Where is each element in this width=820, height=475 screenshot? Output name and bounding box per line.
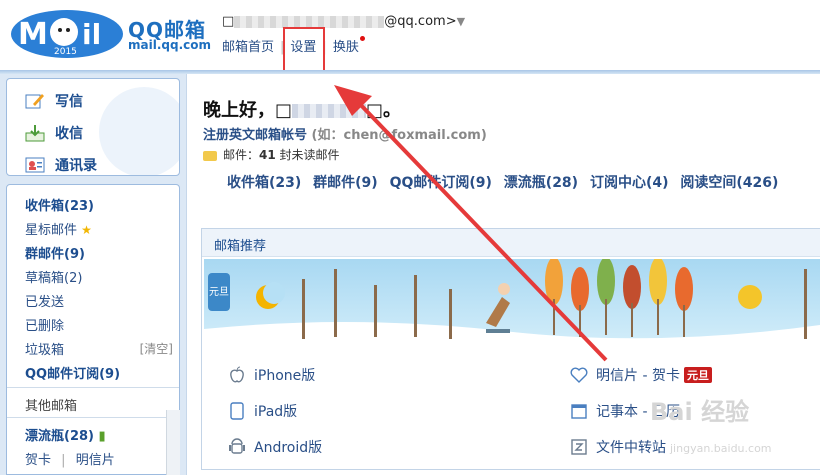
main-actions-panel: 写信 收信 通讯录 xyxy=(6,78,180,176)
android-label: Android版 xyxy=(254,440,323,456)
register-english-account[interactable]: 注册英文邮箱帐号 (如：chen@foxmail.com) xyxy=(203,124,487,143)
new-year-banner[interactable]: 元旦 xyxy=(204,259,820,347)
register-label: 注册英文邮箱帐号 xyxy=(203,128,308,143)
baidu-jingyan-watermark: Bai 经验 xyxy=(650,398,750,426)
greeting: 晚上好，□ □。 xyxy=(203,96,401,122)
nav-home[interactable]: 邮箱首页 xyxy=(222,40,274,55)
folder-sent[interactable]: 已发送 xyxy=(25,291,64,310)
shortcut-drift-bottle[interactable]: 漂流瓶(28) xyxy=(504,175,578,191)
shortcut-subscription-center[interactable]: 订阅中心(4) xyxy=(590,175,669,191)
folder-cards[interactable]: 贺卡 xyxy=(25,453,51,468)
folder-spam[interactable]: 垃圾箱 xyxy=(25,339,64,358)
bottle-icon: ▮ xyxy=(98,429,106,444)
account-email-suffix: @qq.com> xyxy=(384,14,457,29)
folder-drafts[interactable]: 草稿箱(2) xyxy=(25,267,82,286)
triangle-down-icon[interactable]: ▼ xyxy=(457,15,465,28)
recommend-title: 邮箱推荐 xyxy=(202,229,820,257)
compose-button[interactable]: 写信 xyxy=(25,89,83,113)
greeting-blurred-name xyxy=(292,104,367,118)
postcard-link[interactable]: 明信片 - 贺卡 元旦 xyxy=(570,365,712,385)
folder-other-mailboxes[interactable]: 其他邮箱 xyxy=(25,395,77,414)
account-switcher[interactable]: □ @qq.com>▼ xyxy=(222,14,465,29)
settings-highlight-box xyxy=(283,27,325,74)
apple-icon xyxy=(230,366,244,383)
unread-count: 41 xyxy=(259,148,276,162)
cards-separator: | xyxy=(61,453,66,468)
svg-text:M: M xyxy=(18,17,48,52)
folder-list: 收件箱(23) 星标邮件 ★ 群邮件(9) 草稿箱(2) 已发送 已删除 垃圾箱… xyxy=(6,184,180,475)
postcard-label: 明信片 - 贺卡 xyxy=(596,368,680,384)
penguin-watermark-icon xyxy=(99,87,179,175)
folder-postcards[interactable]: 明信片 xyxy=(76,453,115,468)
folder-group[interactable]: 群邮件(9) xyxy=(25,243,85,262)
brand-domain: mail.qq.com xyxy=(128,38,211,52)
nav-skin[interactable]: 换肤 xyxy=(333,40,359,55)
folder-starred[interactable]: 星标邮件 ★ xyxy=(25,219,92,238)
folder-drift-bottle-label: 漂流瓶(28) xyxy=(25,429,94,444)
winter-scene-illustration: 元旦 xyxy=(204,259,820,347)
contacts-card-icon xyxy=(25,157,45,173)
header: M il 2015 QQ邮箱 mail.qq.com □ @qq.com>▼ 邮箱… xyxy=(0,0,820,74)
contacts-label: 通讯录 xyxy=(55,158,97,174)
envelope-icon xyxy=(203,150,217,161)
account-blurred-name xyxy=(234,15,385,28)
file-transfer-link[interactable]: 文件中转站 xyxy=(570,437,666,457)
folder-drift-bottle[interactable]: 漂流瓶(28) ▮ xyxy=(25,425,106,444)
folder-starred-label: 星标邮件 xyxy=(25,223,78,238)
unread-suffix: 封未读邮件 xyxy=(275,148,340,162)
shortcut-reading-space[interactable]: 阅读空间(426) xyxy=(680,175,778,191)
greeting-end: □。 xyxy=(366,100,402,121)
svg-text:il: il xyxy=(82,18,101,51)
iphone-label: iPhone版 xyxy=(254,368,316,384)
tablet-icon xyxy=(230,402,244,420)
file-transfer-label: 文件中转站 xyxy=(596,440,666,456)
compose-label: 写信 xyxy=(55,94,83,110)
unread-label: 邮件： xyxy=(223,148,260,162)
shortcut-inbox[interactable]: 收件箱(23) xyxy=(227,175,301,191)
android-icon xyxy=(229,438,245,454)
app-android-link[interactable]: Android版 xyxy=(228,437,322,457)
star-icon: ★ xyxy=(81,223,92,237)
shortcut-subscriptions[interactable]: QQ邮件订阅(9) xyxy=(390,175,492,191)
unread-summary: 邮件：41 封未读邮件 xyxy=(203,146,340,163)
folder-divider xyxy=(7,417,179,418)
new-year-badge: 元旦 xyxy=(683,367,712,383)
sidebar: 写信 收信 通讯录 收件箱(23) 星标邮件 ★ 群邮件(9) 草稿箱(2) 已… xyxy=(0,74,186,475)
folder-divider xyxy=(7,387,179,388)
calendar-icon xyxy=(571,404,587,419)
baidu-jingyan-url: jingyan.baidu.com xyxy=(670,442,772,455)
file-transfer-icon xyxy=(571,439,587,455)
svg-text:元旦: 元旦 xyxy=(209,286,229,298)
folder-cards-row: 贺卡 | 明信片 xyxy=(25,449,115,468)
folder-subscriptions[interactable]: QQ邮件订阅(9) xyxy=(25,363,120,382)
greeting-start: 晚上好，□ xyxy=(203,100,293,121)
heart-icon xyxy=(570,367,588,383)
receive-button[interactable]: 收信 xyxy=(25,121,83,145)
account-prefix: □ xyxy=(222,14,235,29)
svg-text:2015: 2015 xyxy=(54,47,77,57)
receive-label: 收信 xyxy=(55,126,83,142)
recommend-panel: 邮箱推荐 元旦 iPhone版 iPad版 Android版 明信片 - 贺卡 … xyxy=(201,228,820,470)
new-dot-icon xyxy=(359,36,365,41)
ipad-label: iPad版 xyxy=(254,404,298,420)
spam-clear-link[interactable]: [清空] xyxy=(140,340,173,357)
shortcut-group[interactable]: 群邮件(9) xyxy=(313,175,378,191)
app-ipad-link[interactable]: iPad版 xyxy=(228,401,297,421)
qq-mail-logo[interactable]: M il 2015 xyxy=(8,8,126,60)
contacts-button[interactable]: 通讯录 xyxy=(25,153,97,175)
inbox-download-icon xyxy=(25,125,45,142)
folder-deleted[interactable]: 已删除 xyxy=(25,315,64,334)
folder-inbox[interactable]: 收件箱(23) xyxy=(25,195,94,214)
sidebar-scrollbar[interactable] xyxy=(166,410,180,475)
register-hint: (如：chen@foxmail.com) xyxy=(311,128,487,143)
app-iphone-link[interactable]: iPhone版 xyxy=(228,365,315,385)
folder-shortcuts: 收件箱(23) 群邮件(9) QQ邮件订阅(9) 漂流瓶(28) 订阅中心(4)… xyxy=(227,172,785,192)
pencil-icon xyxy=(25,94,44,109)
